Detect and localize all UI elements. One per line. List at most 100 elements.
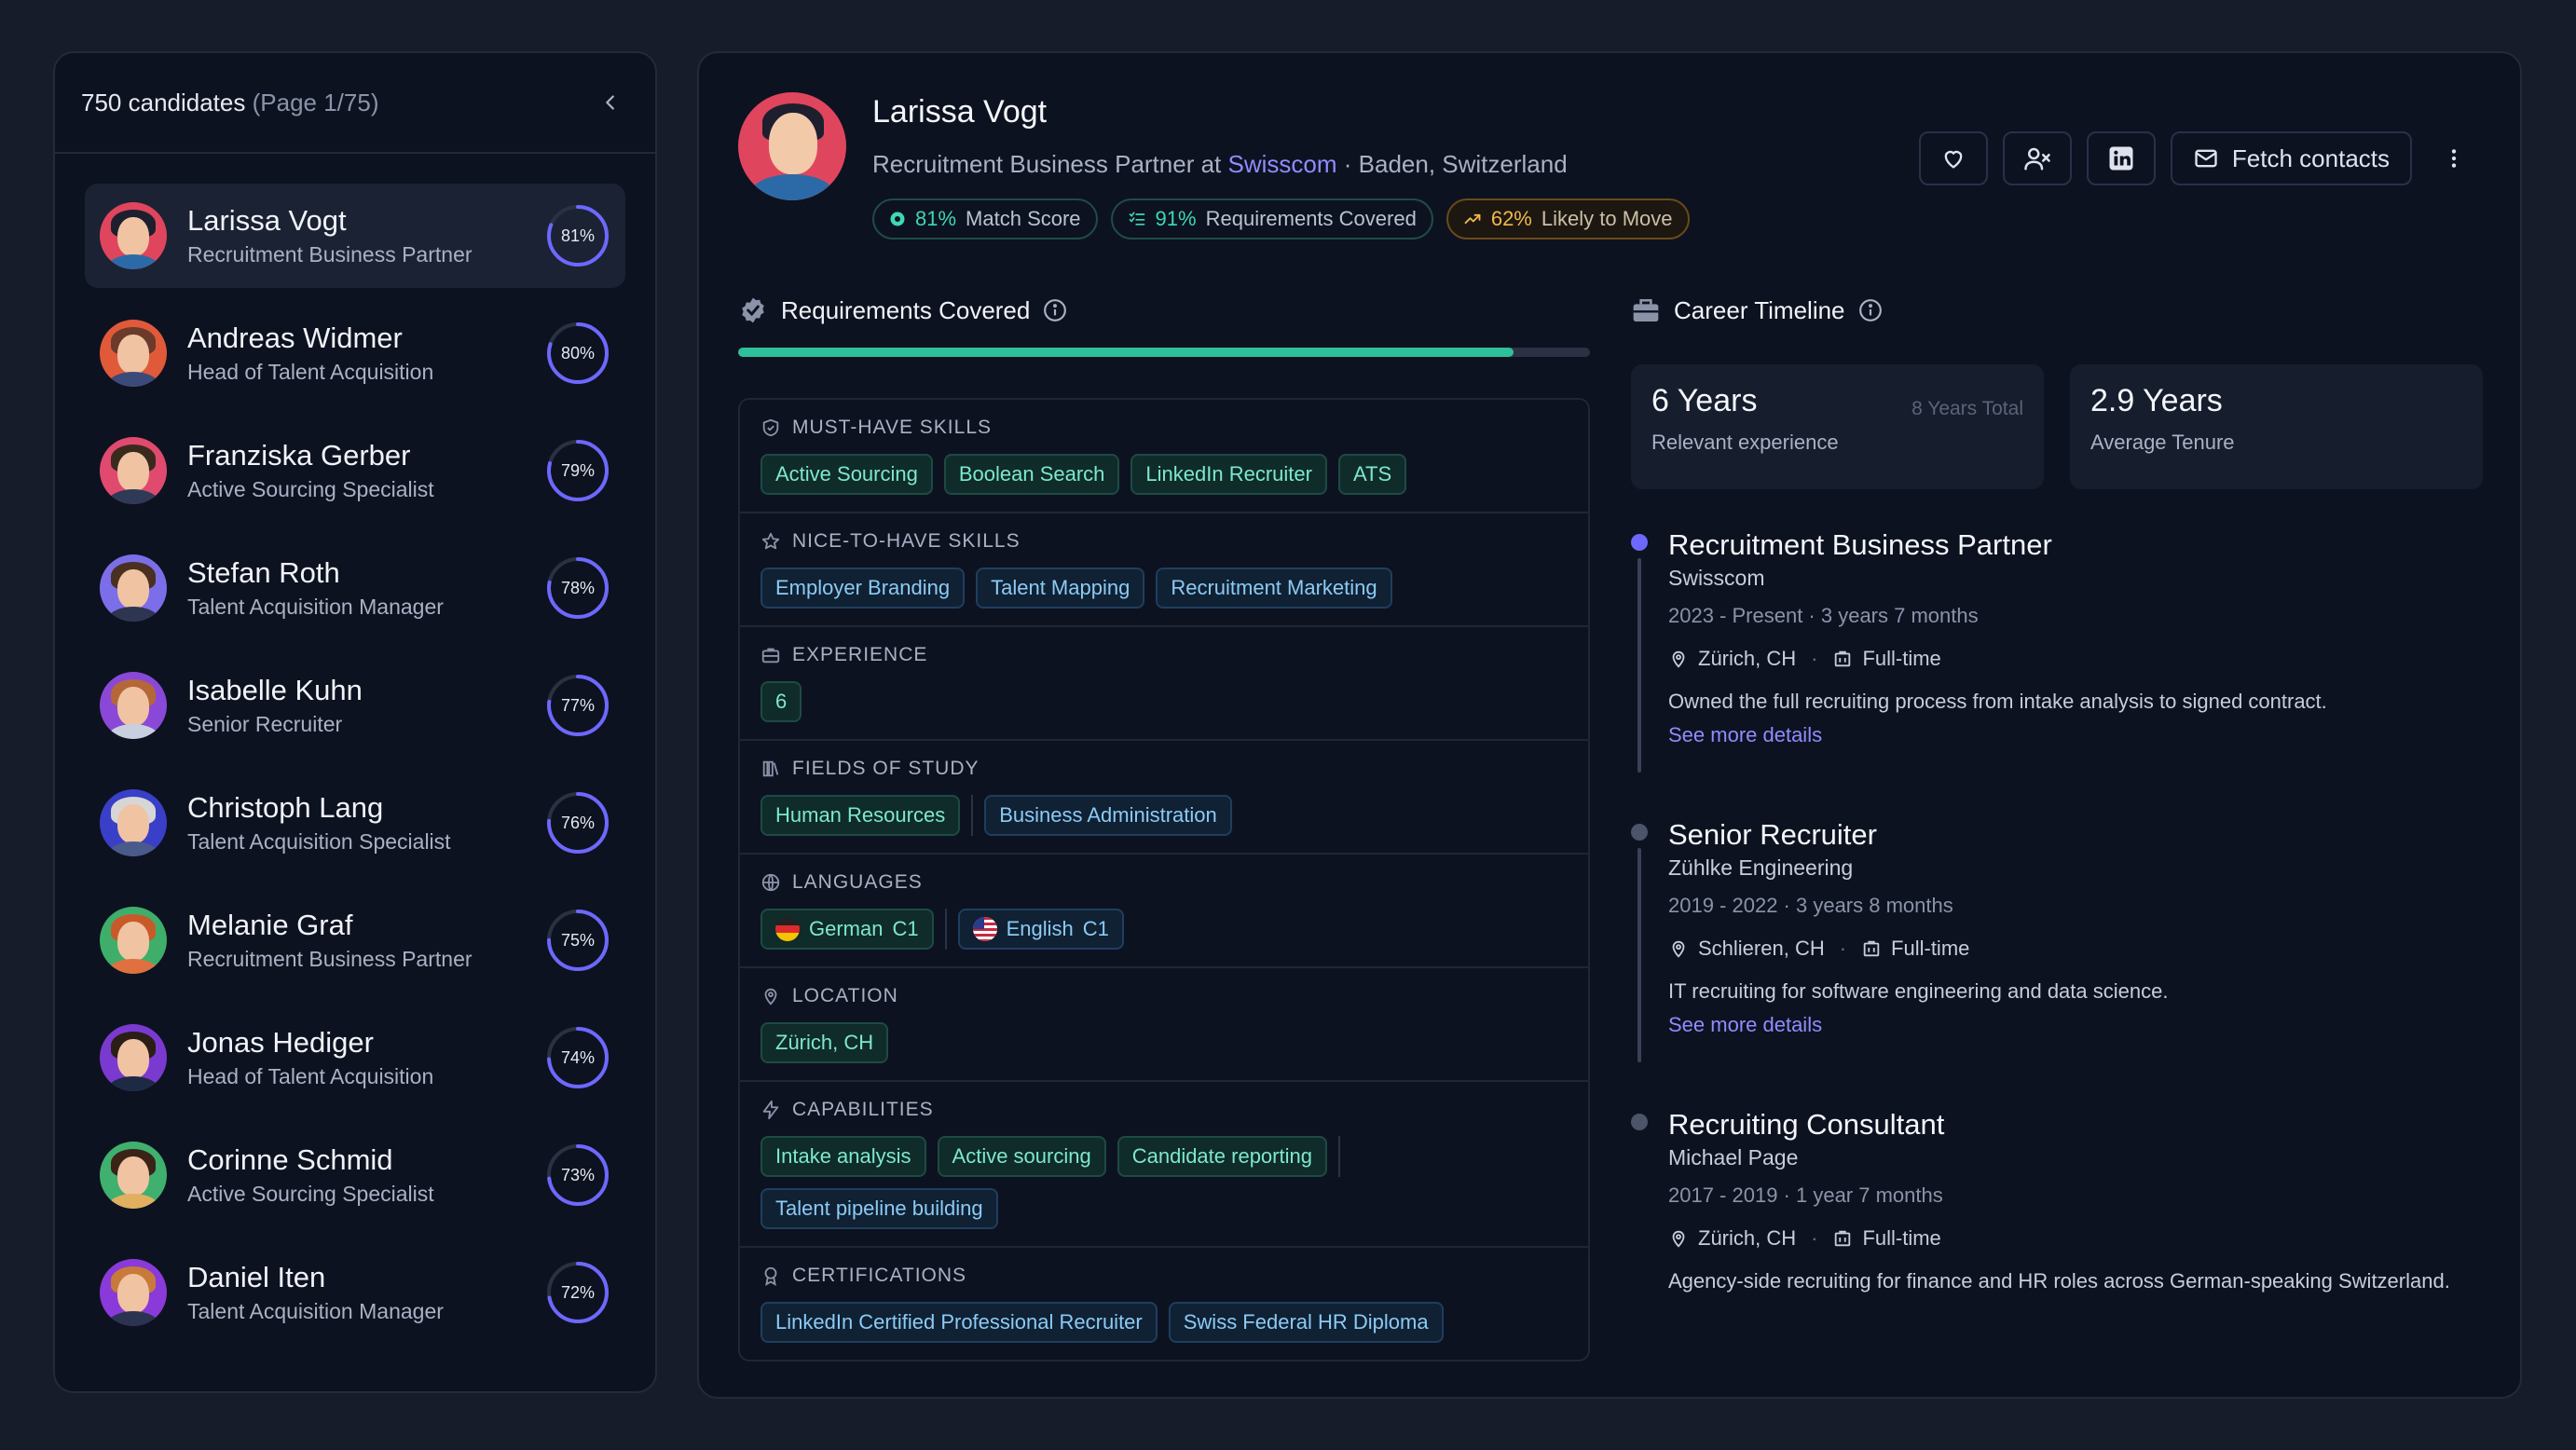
- experience-label: EXPERIENCE: [760, 642, 1568, 668]
- capability-tag: Intake analysis: [760, 1136, 926, 1177]
- candidate-role: Active Sourcing Specialist: [187, 1182, 434, 1206]
- meta-separator: ·: [1811, 647, 1818, 670]
- star-icon: [761, 532, 780, 550]
- job-company: Zühlke Engineering: [1668, 855, 1854, 880]
- certifications-tags: LinkedIn Certified Professional Recruite…: [760, 1302, 1568, 1343]
- us-flag-icon: [972, 917, 997, 941]
- capability-tag: Candidate reporting: [1117, 1136, 1327, 1177]
- avatar: [100, 437, 167, 504]
- candidate-list-item[interactable]: Jonas Hediger Head of Talent Acquisition 7…: [85, 1005, 625, 1110]
- capabilities-label: CAPABILITIES: [760, 1097, 1568, 1123]
- capabilities-tags: Intake analysis Active sourcing Candidat…: [760, 1136, 1568, 1229]
- match-score-ring: 81%: [545, 203, 610, 268]
- experience-tags: 6: [760, 681, 1568, 722]
- match-score-percent: 80%: [560, 343, 596, 362]
- candidate-list-item[interactable]: Andreas Widmer Head of Talent Acquisition…: [85, 301, 625, 405]
- candidate-role: Recruitment Business Partner: [187, 242, 473, 267]
- job-dates: 2019 - 2022 · 3 years 8 months: [1668, 894, 1953, 917]
- see-more-details-link[interactable]: See more details: [1668, 723, 2483, 747]
- candidate-count-text: 750 candidates: [81, 88, 246, 116]
- match-score-badge: 81% Match Score: [872, 198, 1098, 239]
- score-badges: 81% Match Score 91% Requirements Covered…: [872, 198, 1690, 239]
- award-icon: [764, 1266, 777, 1286]
- candidate-info: Stefan Roth Talent Acquisition Manager: [187, 554, 545, 622]
- job-meta: Zürich, CH · Full-time: [1668, 1226, 2483, 1251]
- requirements-covered-badge: 91% Requirements Covered: [1110, 198, 1433, 239]
- candidate-role: Recruitment Business Partner: [187, 947, 473, 971]
- remove-candidate-button[interactable]: [2002, 131, 2072, 185]
- languages-label-text: LANGUAGES: [792, 871, 923, 893]
- must-have-skills-label: MUST-HAVE SKILLS: [760, 415, 1568, 441]
- capabilities-label-text: CAPABILITIES: [792, 1099, 934, 1120]
- candidate-list-item[interactable]: Larissa Vogt Recruitment Business Partner…: [85, 184, 625, 288]
- candidate-name: Stefan Roth: [187, 556, 340, 589]
- timeline-dot: [1631, 1114, 1648, 1130]
- requirements-progress-bar: [738, 348, 1590, 357]
- profile-company-link[interactable]: Swisscom: [1228, 150, 1337, 178]
- job-meta: Zürich, CH · Full-time: [1668, 647, 2483, 671]
- match-score-ring: 72%: [545, 1260, 610, 1325]
- candidate-list-item[interactable]: Corinne Schmid Active Sourcing Specialist…: [85, 1123, 625, 1227]
- skill-tag: Active Sourcing: [760, 454, 933, 495]
- page-indicator: (Page 1/75): [252, 88, 379, 116]
- avatar: [100, 672, 167, 739]
- skill-tag: ATS: [1337, 454, 1407, 495]
- candidate-list-item[interactable]: Isabelle Kuhn Senior Recruiter 77%: [85, 653, 625, 758]
- timeline-entry: Recruiting Consultant Michael Page 2017 - …: [1631, 1106, 2483, 1295]
- candidate-list-item[interactable]: Daniel Iten Talent Acquisition Manager 72%: [85, 1240, 625, 1345]
- language-tag-english: English C1: [957, 909, 1124, 950]
- tag-separator: [971, 795, 974, 836]
- fetch-contacts-button[interactable]: Fetch contacts: [2170, 131, 2412, 185]
- career-timeline-title: Career Timeline: [1631, 292, 2483, 329]
- see-more-details-link[interactable]: See more details: [1668, 1013, 2483, 1037]
- must-have-skills-section: MUST-HAVE SKILLS Active Sourcing Boolean …: [740, 400, 1588, 513]
- match-score-percent: 79%: [560, 460, 596, 480]
- job-location: Zürich, CH: [1698, 647, 1797, 670]
- must-have-skills-tags: Active Sourcing Boolean Search LinkedIn Re…: [760, 454, 1568, 495]
- candidate-list-item[interactable]: Franziska Gerber Active Sourcing Speciali…: [85, 418, 625, 523]
- avatar: [100, 554, 167, 622]
- location-tags: Zürich, CH: [760, 1022, 1568, 1063]
- collapse-panel-button[interactable]: [592, 84, 629, 121]
- linkedin-button[interactable]: [2086, 131, 2156, 185]
- candidate-name: Andreas Widmer: [187, 321, 403, 354]
- candidate-info: Melanie Graf Recruitment Business Partner: [187, 907, 545, 974]
- certifications-section: CERTIFICATIONS LinkedIn Certified Profes…: [740, 1248, 1588, 1360]
- profile-header: Larissa Vogt Recruitment Business Partne…: [738, 92, 2481, 251]
- linkedin-icon: [2109, 146, 2133, 171]
- job-location: Zürich, CH: [1698, 1226, 1797, 1250]
- match-score-ring: 76%: [545, 790, 610, 855]
- candidate-info: Christoph Lang Talent Acquisition Special…: [187, 789, 545, 856]
- certification-tag: LinkedIn Certified Professional Recruite…: [760, 1302, 1158, 1343]
- nice-to-have-skills-label: NICE-TO-HAVE SKILLS: [760, 528, 1568, 554]
- building-icon: [1863, 940, 1880, 957]
- building-icon: [1835, 650, 1851, 667]
- candidate-info: Corinne Schmid Active Sourcing Specialist: [187, 1142, 545, 1209]
- more-options-button[interactable]: [2427, 131, 2481, 185]
- nice-to-have-skills-label-text: NICE-TO-HAVE SKILLS: [792, 530, 1021, 552]
- average-tenure-card: 2.9 Years Average Tenure: [2070, 364, 2483, 489]
- badge-check-icon: [742, 297, 764, 323]
- match-score-percent: 78%: [560, 578, 596, 597]
- requirements-title-text: Requirements Covered: [781, 295, 1031, 324]
- favorite-button[interactable]: [1918, 131, 1988, 185]
- job-company: Michael Page: [1668, 1145, 1799, 1170]
- candidate-list-item[interactable]: Stefan Roth Talent Acquisition Manager 78%: [85, 536, 625, 640]
- likely-to-move-value: 62%: [1490, 207, 1532, 230]
- info-icon[interactable]: [1858, 298, 1883, 322]
- likely-to-move-label: Likely to Move: [1541, 207, 1673, 230]
- candidate-list-item[interactable]: Christoph Lang Talent Acquisition Special…: [85, 771, 625, 875]
- total-years: 8 Years Total: [1911, 398, 2023, 419]
- language-tag-german: German C1: [760, 909, 934, 950]
- fields-of-study-tags: Human Resources Business Administration: [760, 795, 1568, 836]
- match-score-ring: 75%: [545, 908, 610, 973]
- profile-name: Larissa Vogt: [872, 94, 1048, 130]
- avatar: [100, 1259, 167, 1326]
- candidate-list-item[interactable]: Melanie Graf Recruitment Business Partner…: [85, 888, 625, 992]
- requirements-covered-value: 91%: [1155, 207, 1197, 230]
- lightning-icon: [762, 1100, 779, 1120]
- likely-to-move-badge: 62% Likely to Move: [1446, 198, 1690, 239]
- skill-tag: LinkedIn Recruiter: [1130, 454, 1327, 495]
- info-icon[interactable]: [1043, 298, 1067, 322]
- profile-location: · Baden, Switzerland: [1343, 150, 1568, 178]
